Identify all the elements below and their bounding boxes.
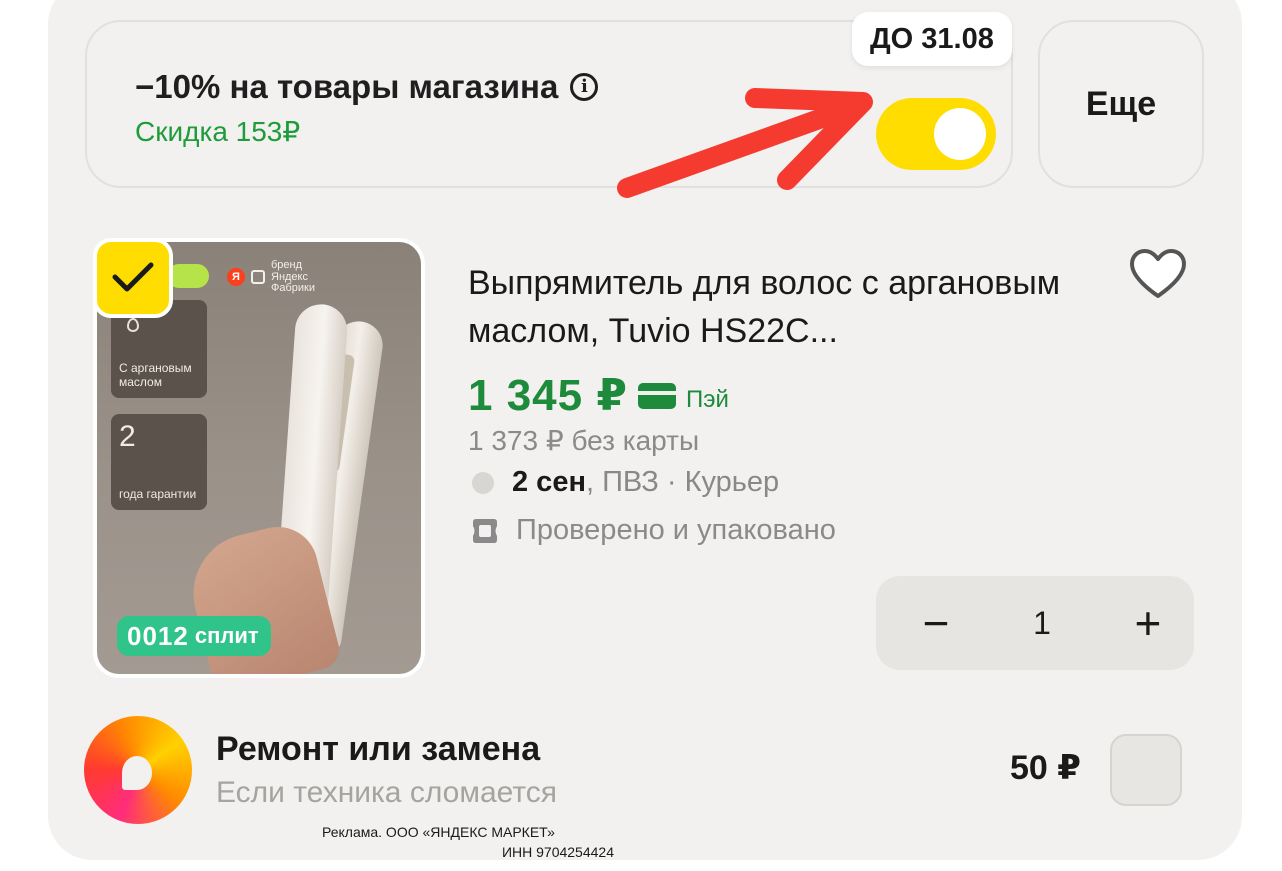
heart-icon[interactable] bbox=[1128, 246, 1188, 302]
promo-toggle[interactable] bbox=[876, 98, 996, 170]
repair-service-logo-icon bbox=[84, 716, 192, 824]
promo-discount-amount: Скидка 153₽ bbox=[135, 116, 301, 147]
split-installment-badge: 0012 сплит bbox=[117, 616, 271, 656]
checked-label: Проверено и упаковано bbox=[516, 514, 836, 546]
product-title[interactable]: Выпрямитель для волос с аргановым маслом… bbox=[468, 260, 1108, 355]
delivery-options: , ПВЗ · Курьер bbox=[585, 466, 780, 498]
image-brand-mark: Я бренд Яндекс Фабрики bbox=[227, 259, 341, 295]
image-feature-warranty-text: года гарантии bbox=[119, 487, 197, 502]
checkmark-icon bbox=[112, 262, 154, 292]
quantity-stepper: − 1 + bbox=[876, 576, 1194, 670]
checked-packed-info: Проверено и упаковано bbox=[470, 514, 836, 547]
pay-label: Пэй bbox=[685, 385, 729, 413]
promo-deadline-badge: ДО 31.08 bbox=[852, 12, 1012, 66]
price-without-card: 1 373 ₽ без карты bbox=[468, 425, 700, 456]
repair-checkbox[interactable] bbox=[1110, 734, 1182, 806]
repair-subtitle: Если техника сломается bbox=[216, 776, 558, 809]
repair-price: 50 ₽ bbox=[1010, 749, 1081, 787]
image-feature-argan-text: С аргановым маслом bbox=[119, 361, 192, 390]
ad-disclaimer: Реклама. ООО «ЯНДЕКС МАРКЕТ» ИНН 9704254… bbox=[322, 822, 614, 863]
red-arrow-annotation-icon bbox=[617, 88, 873, 198]
price: 1 345 ₽ bbox=[468, 371, 628, 420]
brand-square-icon bbox=[251, 270, 265, 285]
pay-card-icon bbox=[637, 382, 676, 409]
split-number: 0012 bbox=[127, 620, 189, 651]
delivery-dot-icon bbox=[472, 471, 494, 494]
product-select-checkbox[interactable] bbox=[93, 238, 173, 318]
price-row: 1 345 ₽ Пэй bbox=[468, 370, 729, 421]
ad-line-2: ИНН 9704254424 bbox=[501, 844, 614, 861]
box-icon bbox=[473, 518, 497, 543]
delivery-info: 2 сен, ПВЗ · Курьер bbox=[472, 466, 779, 499]
toggle-knob bbox=[934, 108, 986, 160]
repair-title[interactable]: Ремонт или замена bbox=[216, 730, 540, 769]
delivery-date: 2 сен bbox=[512, 466, 586, 498]
increase-button[interactable]: + bbox=[1126, 600, 1170, 646]
image-brand-text: бренд Яндекс Фабрики bbox=[271, 259, 315, 295]
quantity-value: 1 bbox=[1033, 604, 1051, 641]
promo-title: −10% на товары магазина i bbox=[135, 68, 599, 106]
decrease-button[interactable]: − bbox=[914, 600, 958, 646]
ad-line-1: Реклама. ООО «ЯНДЕКС МАРКЕТ» bbox=[322, 824, 555, 840]
promo-title-text: −10% на товары магазина bbox=[135, 68, 559, 105]
more-button[interactable]: Еще bbox=[1038, 20, 1204, 188]
image-feature-warranty-number: 2 bbox=[119, 420, 136, 453]
info-icon[interactable]: i bbox=[570, 73, 599, 101]
drop-icon bbox=[127, 318, 139, 332]
image-green-pill bbox=[167, 264, 209, 288]
yandex-logo-icon: Я bbox=[227, 268, 245, 287]
split-label: сплит bbox=[194, 623, 259, 648]
image-feature-warranty: 2 года гарантии bbox=[111, 414, 207, 510]
